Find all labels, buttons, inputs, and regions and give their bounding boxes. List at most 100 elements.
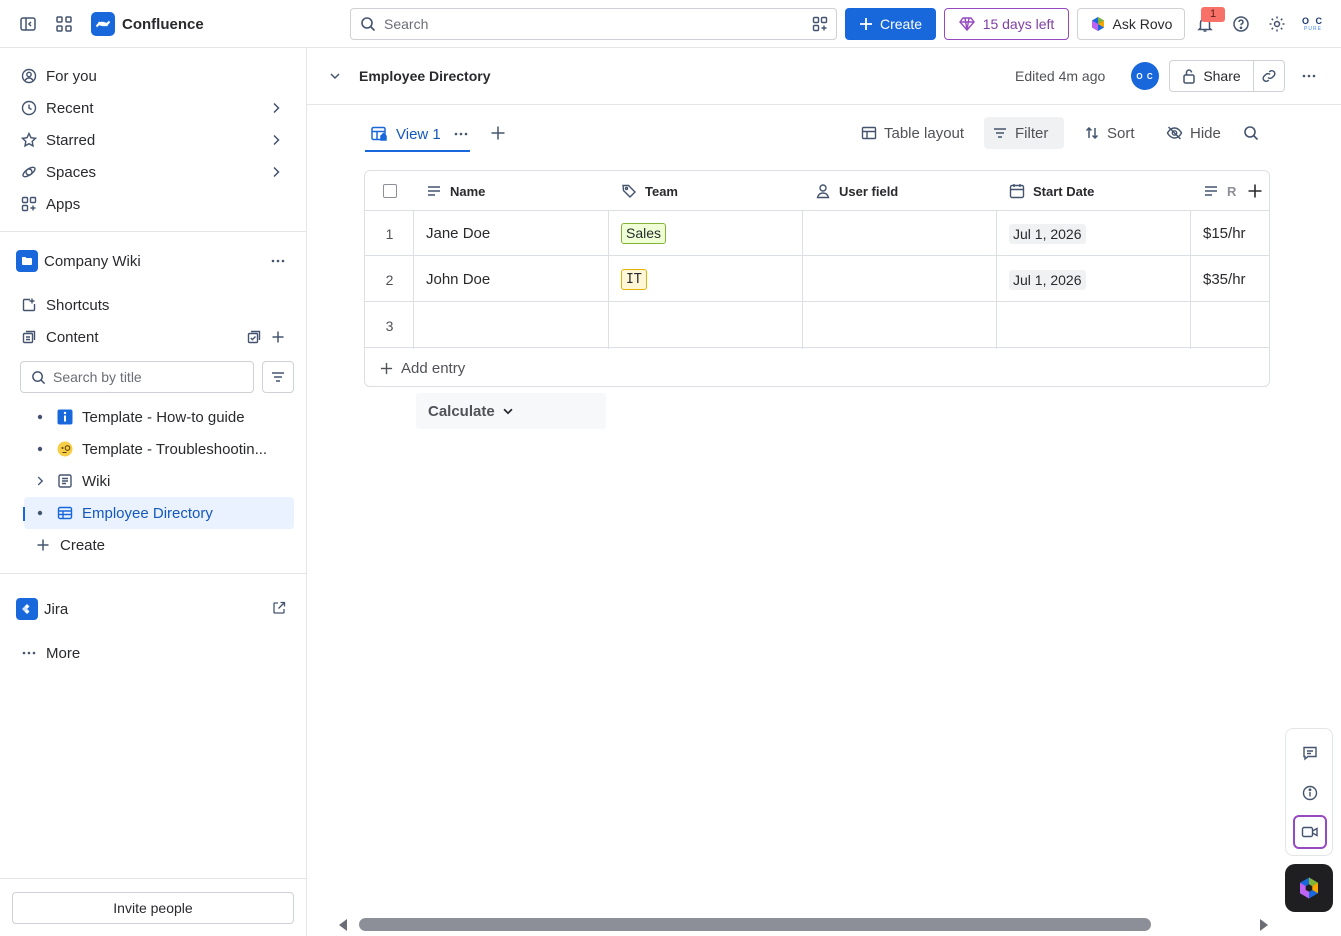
table-icon (861, 126, 877, 140)
sort-button[interactable]: Sort (1076, 117, 1143, 149)
more-icon[interactable] (453, 126, 469, 142)
view-label: View 1 (396, 125, 441, 143)
copy-link-icon[interactable] (1253, 60, 1285, 92)
sidebar-divider (0, 231, 306, 232)
add-column-icon[interactable] (1243, 179, 1267, 203)
column-header-user-field[interactable]: User field (803, 171, 997, 211)
tab-view-1[interactable]: View 1 (365, 118, 470, 152)
sidebar-item-for-you[interactable]: For you (12, 60, 294, 92)
table-row[interactable]: 1 Jane Doe Sales Jul 1, 2026 $15/hr (365, 211, 1269, 256)
add-content-icon[interactable] (270, 329, 286, 345)
cell-name[interactable] (414, 303, 609, 348)
info-icon[interactable] (1294, 777, 1326, 809)
chevron-right-icon[interactable] (268, 100, 284, 116)
create-button[interactable]: Create (845, 8, 936, 40)
rovo-chat-button[interactable] (1285, 864, 1333, 912)
tree-item-wiki[interactable]: Wiki (24, 465, 294, 497)
more-icon[interactable] (270, 253, 286, 269)
column-label: R (1227, 183, 1237, 199)
eye-off-icon (1166, 126, 1183, 140)
video-icon[interactable] (1293, 815, 1327, 849)
chevron-down-icon[interactable] (327, 68, 343, 84)
content-icon (20, 328, 38, 346)
edited-status[interactable]: Edited 4m ago (1015, 68, 1105, 84)
create-content-button[interactable]: Create (24, 529, 294, 561)
star-icon (20, 131, 38, 149)
cell-name[interactable]: Jane Doe (414, 211, 609, 256)
ask-rovo-button[interactable]: Ask Rovo (1077, 8, 1185, 40)
scroll-right-arrow-icon[interactable] (1258, 918, 1270, 932)
user-avatar[interactable]: O C PURE (1300, 12, 1326, 36)
content-search[interactable] (20, 361, 254, 393)
search-input[interactable] (384, 16, 784, 32)
cell-start-date[interactable]: Jul 1, 2026 (997, 211, 1191, 256)
gear-icon[interactable] (1265, 12, 1289, 36)
help-icon[interactable] (1229, 12, 1253, 36)
column-header-start-date[interactable]: Start Date (997, 171, 1191, 211)
table-row[interactable]: 3 (365, 303, 1269, 348)
chevron-right-icon[interactable] (24, 474, 56, 488)
cell-team[interactable] (609, 303, 803, 348)
global-search[interactable] (350, 8, 837, 40)
chevron-right-icon[interactable] (268, 164, 284, 180)
cell-name[interactable]: John Doe (414, 257, 609, 302)
row-number: 2 (385, 271, 394, 288)
invite-people-button[interactable]: Invite people (12, 892, 294, 924)
content-checklist-icon[interactable] (246, 329, 262, 345)
cell-rate[interactable] (1191, 303, 1269, 348)
cell-user-field[interactable] (803, 211, 997, 256)
tree-item-employee-directory[interactable]: Employee Directory (24, 497, 294, 529)
rovo-search-icon[interactable] (812, 16, 828, 32)
collaborator-avatar[interactable]: O C (1131, 62, 1159, 90)
content-search-input[interactable] (53, 369, 243, 385)
more-icon[interactable] (1297, 64, 1321, 88)
space-name: Company Wiki (44, 252, 141, 270)
sidebar-item-spaces[interactable]: Spaces (12, 156, 294, 188)
diamond-icon (958, 17, 975, 32)
share-button[interactable]: Share (1169, 60, 1254, 92)
cell-team[interactable]: Sales (609, 211, 803, 256)
cell-user-field[interactable] (803, 257, 997, 302)
table-row[interactable]: 2 John Doe IT Jul 1, 2026 $35/hr (365, 257, 1269, 302)
calculate-button[interactable]: Calculate (416, 393, 606, 429)
column-header-name[interactable]: Name (414, 171, 609, 211)
add-view-icon[interactable] (487, 122, 509, 144)
tree-item-how-to-guide[interactable]: Template - How-to guide (24, 401, 294, 433)
scroll-left-arrow-icon[interactable] (337, 918, 349, 932)
confluence-logo[interactable]: Confluence (91, 12, 204, 36)
sidebar-item-shortcuts[interactable]: Shortcuts (12, 289, 294, 321)
cell-start-date[interactable] (997, 303, 1191, 348)
tree-item-troubleshooting[interactable]: Template - Troubleshootin... (24, 433, 294, 465)
cell-start-date[interactable]: Jul 1, 2026 (997, 257, 1191, 302)
space-company-wiki[interactable]: Company Wiki (12, 245, 294, 277)
sidebar-item-recent[interactable]: Recent (12, 92, 294, 124)
filter-icon[interactable] (262, 361, 294, 393)
table-layout-button[interactable]: Table layout (853, 117, 972, 149)
external-link-icon[interactable] (272, 601, 286, 615)
chevron-right-icon[interactable] (268, 132, 284, 148)
date-value: Jul 1, 2026 (1009, 269, 1086, 290)
cell-rate[interactable]: $35/hr (1191, 257, 1269, 302)
cell-team[interactable]: IT (609, 257, 803, 302)
sidebar-item-starred[interactable]: Starred (12, 124, 294, 156)
horizontal-scrollbar[interactable] (359, 918, 1151, 931)
filter-button[interactable]: Filter (984, 117, 1064, 149)
hide-button[interactable]: Hide (1158, 117, 1229, 149)
sort-icon (1085, 126, 1099, 140)
app-switcher-icon[interactable] (52, 12, 76, 36)
cell-user-field[interactable] (803, 303, 997, 348)
sidebar-item-more[interactable]: More (12, 637, 294, 669)
search-icon[interactable] (1235, 117, 1267, 149)
sidebar-item-content[interactable]: Content (12, 321, 294, 353)
page-title: Employee Directory (359, 68, 491, 84)
sidebar-item-jira[interactable]: Jira (12, 593, 294, 625)
cell-rate[interactable]: $15/hr (1191, 211, 1269, 256)
column-header-team[interactable]: Team (609, 171, 803, 211)
select-all-checkbox[interactable] (365, 171, 414, 211)
add-entry-button[interactable]: Add entry (365, 349, 1269, 386)
notification-badge: 1 (1201, 7, 1225, 22)
sidebar-toggle-icon[interactable] (16, 12, 40, 36)
comment-icon[interactable] (1294, 737, 1326, 769)
sidebar-item-apps[interactable]: Apps (12, 188, 294, 220)
trial-button[interactable]: 15 days left (944, 8, 1069, 40)
